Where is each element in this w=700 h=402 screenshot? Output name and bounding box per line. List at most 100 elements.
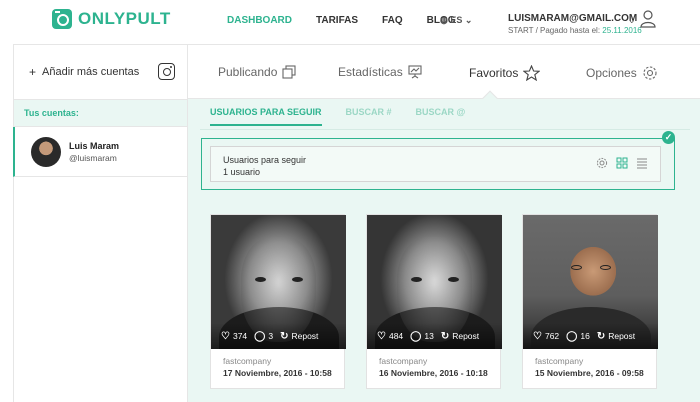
presentation-icon — [408, 65, 422, 79]
tab-label: Publicando — [218, 65, 278, 79]
comments-count: 3 — [268, 331, 274, 341]
post-stats: ♡ 484 ◯ 13 ↻ Repost — [367, 323, 502, 349]
tab-label: Estadísticas — [338, 65, 403, 79]
comment-icon: ◯ — [410, 330, 422, 342]
plan-info: START / Pagado hasta el: 25.11.2016 — [508, 26, 642, 35]
follow-list-title: Usuarios para seguir — [223, 155, 307, 165]
repost-label: Repost — [452, 331, 480, 341]
user-menu[interactable]: LUISMARAM@GMAIL.COM START / Pagado hasta… — [508, 13, 642, 35]
plus-icon: + — [29, 65, 37, 79]
repost-icon: ↻ — [280, 330, 289, 342]
post-card[interactable]: ♡ 762 ◯ 16 ↻ Repost fastcompany 15 Noviembr… — [522, 214, 658, 389]
post-source: fastcompany — [535, 356, 584, 366]
tab-label: Favoritos — [469, 66, 519, 80]
sub-tabs: USUARIOS PARA SEGUIR BUSCAR # BUSCAR @ — [210, 107, 489, 126]
comments[interactable]: ◯ 13 — [410, 331, 434, 342]
likes[interactable]: ♡ 374 — [221, 331, 247, 342]
brand-name: ONLYPULT — [78, 9, 171, 28]
settings-icon[interactable] — [596, 157, 608, 169]
instagram-icon — [158, 63, 175, 80]
post-date: 15 Noviembre, 2016 - 09:58 — [535, 368, 644, 378]
post-stats: ♡ 374 ◯ 3 ↻ Repost — [211, 323, 346, 349]
divider — [200, 129, 690, 130]
post-source: fastcompany — [379, 356, 428, 366]
account-handle: @luismaram — [69, 152, 117, 163]
post-date: 16 Noviembre, 2016 - 10:18 — [379, 368, 488, 378]
repost-label: Repost — [291, 331, 319, 341]
main-tabs: Publicando Estadísticas Favoritos Opcion… — [188, 44, 700, 108]
add-accounts-label: Añadir más cuentas — [42, 66, 140, 78]
post-card[interactable]: ♡ 374 ◯ 3 ↻ Repost fastcompany 17 Noviembre… — [210, 214, 346, 389]
add-accounts-button[interactable]: + Añadir más cuentas — [14, 45, 187, 100]
post-date: 17 Noviembre, 2016 - 10:58 — [223, 368, 332, 378]
star-icon — [523, 65, 541, 81]
repost-icon: ↻ — [596, 330, 606, 342]
copy-icon — [282, 65, 296, 79]
language-code: ES — [450, 15, 463, 25]
avatar — [31, 136, 61, 167]
top-header: ONLYPULT DASHBOARD TARIFAS FAQ BLOG ◍ ES… — [0, 0, 700, 44]
tab-favoritos[interactable]: Favoritos — [469, 65, 541, 81]
likes-count: 484 — [388, 331, 404, 341]
comments[interactable]: ◯ 16 — [566, 331, 590, 342]
likes-count: 762 — [544, 331, 560, 341]
repost-button[interactable]: ↻ Repost — [441, 331, 479, 342]
nav-tarifas[interactable]: TARIFAS — [316, 15, 358, 26]
comments[interactable]: ◯ 3 — [254, 331, 273, 342]
post-grid: ♡ 374 ◯ 3 ↻ Repost fastcompany 17 Noviembre… — [210, 214, 658, 389]
user-email: LUISMARAM@GMAIL.COM — [508, 13, 638, 24]
gear-icon — [643, 66, 657, 80]
subtab-buscar-hashtag[interactable]: BUSCAR # — [346, 107, 392, 126]
post-photo[interactable]: ♡ 374 ◯ 3 ↻ Repost — [211, 215, 346, 349]
likes[interactable]: ♡ 484 — [377, 331, 403, 342]
account-item[interactable]: Luis Maram @luismaram — [13, 127, 187, 177]
follow-list-header: Usuarios para seguir 1 usuario — [210, 146, 661, 182]
paid-until-date: 25.11.2016 — [602, 26, 642, 35]
account-name: Luis Maram — [69, 140, 120, 151]
language-selector[interactable]: ◍ ES ⌄ — [440, 15, 472, 26]
photo-eyes — [411, 277, 459, 283]
likes-count: 374 — [232, 331, 248, 341]
follow-list-panel[interactable]: Usuarios para seguir 1 usuario — [201, 138, 675, 190]
post-photo[interactable]: ♡ 762 ◯ 16 ↻ Repost — [523, 215, 658, 349]
comments-count: 13 — [424, 331, 434, 341]
view-options — [596, 157, 648, 169]
repost-button[interactable]: ↻ Repost — [597, 331, 635, 342]
tab-estadisticas[interactable]: Estadísticas — [338, 65, 422, 79]
post-source: fastcompany — [223, 356, 272, 366]
your-accounts-heading: Tus cuentas: — [14, 100, 187, 127]
repost-icon: ↻ — [440, 330, 450, 342]
tab-opciones[interactable]: Opciones — [586, 65, 658, 81]
comment-icon: ◯ — [566, 330, 578, 342]
post-stats: ♡ 762 ◯ 16 ↻ Repost — [523, 323, 658, 349]
accounts-sidebar: + Añadir más cuentas Tus cuentas: Luis M… — [13, 44, 188, 402]
globe-icon: ◍ — [440, 15, 448, 25]
favorites-content: USUARIOS PARA SEGUIR BUSCAR # BUSCAR @ U… — [188, 99, 700, 402]
likes[interactable]: ♡ 762 — [533, 331, 559, 342]
subtab-usuarios-para-seguir[interactable]: USUARIOS PARA SEGUIR — [210, 107, 322, 126]
post-card[interactable]: ♡ 484 ◯ 13 ↻ Repost fastcompany 16 Noviembr… — [366, 214, 502, 389]
logo[interactable]: ONLYPULT — [52, 9, 171, 29]
grid-view-icon[interactable] — [616, 157, 628, 169]
tab-publicando[interactable]: Publicando — [218, 65, 296, 79]
post-photo[interactable]: ♡ 484 ◯ 13 ↻ Repost — [367, 215, 502, 349]
chevron-down-icon: ⌄ — [464, 15, 473, 25]
heart-icon: ♡ — [221, 330, 230, 342]
list-view-icon[interactable] — [636, 157, 648, 169]
comment-icon: ◯ — [254, 330, 266, 342]
plan-prefix: START / Pagado hasta el: — [508, 26, 601, 35]
follow-list-count: 1 usuario — [223, 167, 261, 177]
heart-icon: ♡ — [377, 330, 386, 342]
nav-faq[interactable]: FAQ — [382, 15, 403, 26]
nav-dashboard[interactable]: DASHBOARD — [227, 15, 292, 26]
heart-icon: ♡ — [533, 330, 542, 342]
logo-camera-icon — [52, 9, 72, 29]
repost-button[interactable]: ↻ Repost — [280, 331, 318, 342]
photo-glasses — [571, 265, 611, 271]
user-menu-chevron-icon[interactable]: ⌄ — [628, 15, 636, 26]
subtab-buscar-usuario[interactable]: BUSCAR @ — [416, 107, 466, 126]
tab-label: Opciones — [586, 66, 637, 80]
repost-label: Repost — [608, 331, 636, 341]
checkmark-icon: ✓ — [662, 131, 675, 144]
user-icon[interactable] — [640, 10, 656, 28]
